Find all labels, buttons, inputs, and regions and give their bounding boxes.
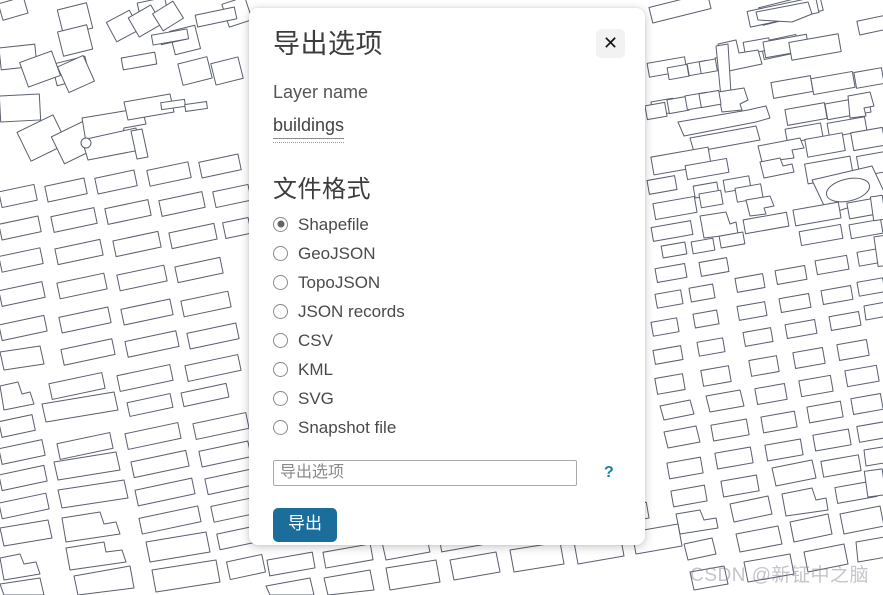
- dialog-body: 导出选项 ✕ Layer name buildings 文件格式 Shapefi…: [249, 8, 645, 545]
- file-format-heading: 文件格式: [273, 175, 371, 203]
- radio-option-svg[interactable]: SVG: [273, 384, 621, 413]
- export-options-input[interactable]: [273, 459, 577, 486]
- radio-option-csv[interactable]: CSV: [273, 326, 621, 355]
- radio-option-topojson[interactable]: TopoJSON: [273, 268, 621, 297]
- radio-icon-kml: [273, 361, 288, 377]
- radio-option-snapshot-file[interactable]: Snapshot file: [273, 413, 621, 442]
- radio-label-topojson: TopoJSON: [298, 272, 381, 292]
- radio-icon-topojson: [273, 274, 288, 290]
- radio-label-shapefile: Shapefile: [298, 214, 369, 234]
- layer-name-value[interactable]: buildings: [273, 115, 345, 143]
- radio-label-csv: CSV: [298, 330, 333, 350]
- radio-label-snapshot-file: Snapshot file: [298, 417, 397, 437]
- radio-option-geojson[interactable]: GeoJSON: [273, 239, 621, 268]
- dialog-title: 导出选项: [273, 29, 383, 59]
- radio-icon-geojson: [273, 245, 288, 261]
- radio-label-kml: KML: [298, 359, 333, 379]
- export-options-row: ?: [273, 459, 621, 486]
- export-options-dialog: 导出选项 ✕ Layer name buildings 文件格式 Shapefi…: [249, 8, 645, 545]
- close-glyph: ✕: [602, 32, 619, 54]
- radio-icon-csv: [273, 332, 288, 348]
- help-icon[interactable]: ?: [604, 464, 614, 482]
- radio-label-geojson: GeoJSON: [298, 243, 376, 263]
- radio-label-json-records: JSON records: [298, 301, 405, 321]
- radio-option-json-records[interactable]: JSON records: [273, 297, 621, 326]
- radio-icon-json-records: [273, 303, 288, 319]
- radio-icon-snapshot-file: [273, 419, 288, 435]
- layer-name-row: buildings: [273, 115, 621, 143]
- radio-icon-svg: [273, 390, 288, 406]
- radio-label-svg: SVG: [298, 388, 334, 408]
- file-format-radio-group: Shapefile GeoJSON TopoJSON JSON records …: [273, 210, 621, 442]
- export-button[interactable]: 导出: [273, 507, 337, 542]
- layer-name-label: Layer name: [273, 81, 369, 102]
- radio-option-shapefile[interactable]: Shapefile: [273, 210, 621, 239]
- radio-option-kml[interactable]: KML: [273, 355, 621, 384]
- radio-icon-shapefile: [273, 216, 288, 232]
- close-icon[interactable]: ✕: [596, 29, 625, 58]
